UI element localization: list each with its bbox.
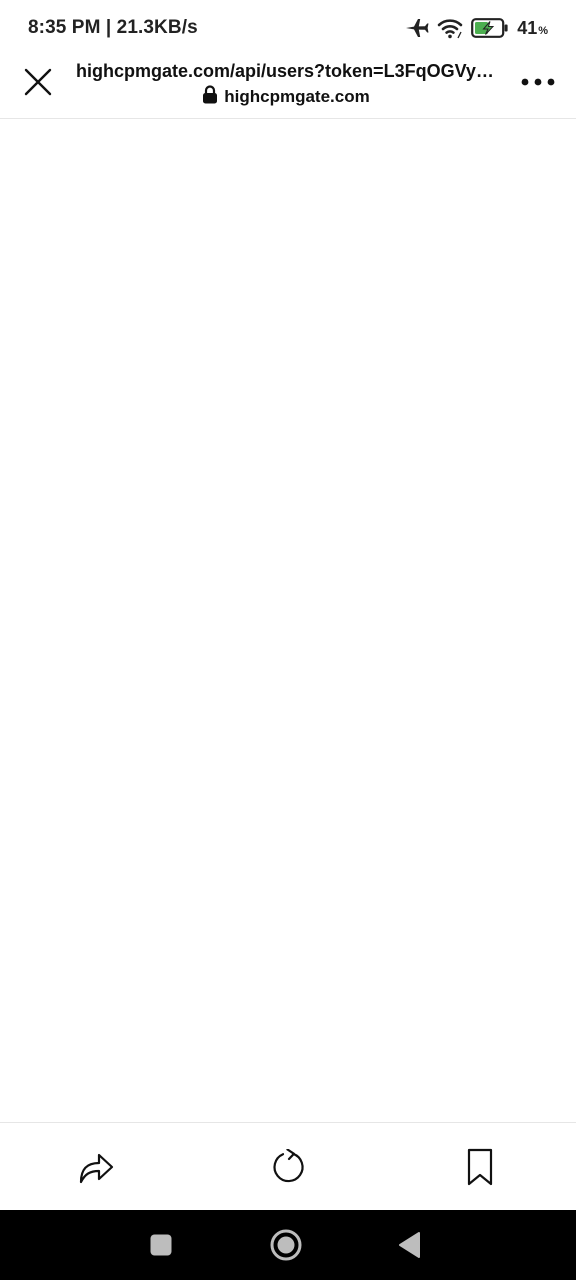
lock-icon xyxy=(202,85,218,109)
share-button[interactable] xyxy=(76,1147,116,1187)
back-icon xyxy=(399,1232,420,1258)
share-icon xyxy=(79,1153,114,1184)
web-content-area[interactable] xyxy=(0,120,576,1122)
close-icon xyxy=(24,68,52,96)
url-text: highcpmgate.com/api/users?token=L3FqOGVy… xyxy=(76,61,496,81)
bottom-toolbar xyxy=(0,1122,576,1210)
battery-percent: 41% xyxy=(517,18,548,39)
reload-icon xyxy=(273,1149,304,1183)
address-bar[interactable]: highcpmgate.com/api/users?token=L3FqOGVy… xyxy=(76,60,496,109)
screen: 8:35 PM | 21.3KB/s 41 % highcpmgate.com/… xyxy=(0,0,576,1280)
status-icons: 41% xyxy=(405,17,548,39)
recent-apps-button[interactable] xyxy=(143,1227,179,1263)
home-button[interactable] xyxy=(268,1227,304,1263)
navigation-bar xyxy=(0,1210,576,1280)
status-time-speed: 8:35 PM | 21.3KB/s xyxy=(28,17,198,38)
status-bar: 8:35 PM | 21.3KB/s 41 % xyxy=(0,0,576,56)
domain-row: highcpmgate.com xyxy=(76,85,496,109)
battery-percent-value: 41 xyxy=(517,17,538,38)
bookmark-button[interactable] xyxy=(460,1147,500,1187)
browser-header: highcpmgate.com/api/users?token=L3FqOGVy… xyxy=(0,56,576,119)
reload-button[interactable] xyxy=(268,1147,308,1187)
battery-charging-icon xyxy=(471,18,509,38)
airplane-mode-icon xyxy=(405,17,429,39)
home-icon xyxy=(270,1229,302,1261)
more-options-icon xyxy=(521,78,555,86)
domain-text: highcpmgate.com xyxy=(224,87,370,106)
close-button[interactable] xyxy=(20,64,56,100)
more-options-button[interactable] xyxy=(520,70,556,94)
battery-percent-symbol: % xyxy=(538,24,548,37)
bookmark-icon xyxy=(467,1148,493,1186)
back-button[interactable] xyxy=(392,1227,428,1263)
wifi-icon xyxy=(437,17,463,39)
recent-apps-icon xyxy=(150,1234,172,1256)
